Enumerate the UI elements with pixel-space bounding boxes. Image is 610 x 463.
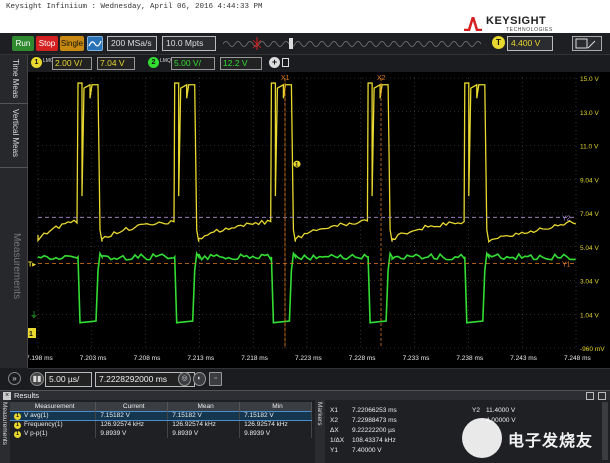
scroll-left-icon[interactable]: » <box>8 372 21 385</box>
tab-time-meas[interactable]: Time Meas <box>11 59 20 98</box>
trigger-level-marker: T▸ <box>28 262 36 269</box>
marker-readouts: X1 7.22066253 ms X2 7.22988473 ms ΔX 9.2222… <box>330 405 403 455</box>
marker-x1-label: X1 <box>281 75 290 82</box>
close-icon[interactable]: × <box>3 392 11 400</box>
watermark-logo-icon <box>462 418 502 458</box>
x-tick-label: 7.203 ms <box>80 355 107 362</box>
dock-icon[interactable] <box>586 392 594 400</box>
col-measurement[interactable]: Measurement <box>10 402 96 411</box>
ch1-offset-field[interactable]: 7.04 V <box>97 57 135 70</box>
stop-button[interactable]: Stop <box>36 36 58 51</box>
left-sidebar: Time Meas Vertical Meas Measurements <box>0 55 28 368</box>
y-tick-label: 13.0 V <box>580 110 599 117</box>
keysight-wave-icon <box>464 17 482 31</box>
memory-depth-field[interactable]: 10.0 Mpts <box>162 36 216 51</box>
channel-bar: 1 LMQ 2.00 V/ 7.04 V 2 LMQ 5.00 V/ 12.2 … <box>28 55 610 72</box>
x-tick-label: 7.243 ms <box>510 355 537 362</box>
x-tick-label: 7.198 ms <box>28 355 53 362</box>
waveform-canvas[interactable]: 15.0 V 13.0 V 11.0 V 9.04 V 7.04 V 5.04 V 3.04… <box>28 72 610 368</box>
y-tick-label: 7.04 V <box>580 211 599 218</box>
marker-y1-label: Y1 <box>562 262 571 269</box>
x-tick-label: 7.228 ms <box>349 355 376 362</box>
x-tick-label: 7.213 ms <box>187 355 214 362</box>
y-tick-label: 1.04 V <box>580 312 599 319</box>
reset-position-icon[interactable]: ◎ <box>178 372 191 386</box>
waveform-icon <box>88 37 102 50</box>
x-tick-label: 7.238 ms <box>456 355 483 362</box>
measurement-table: Measurement Current Mean Min 1V avg(1) 7… <box>10 402 312 438</box>
add-channel-button[interactable]: + <box>269 57 280 68</box>
tab-measurements[interactable]: Measurements <box>11 233 22 299</box>
marker-y2-label: Y2 <box>562 215 571 222</box>
table-row[interactable]: 1 Frequency(1) 126.92574 kHz 126.92574 kH… <box>10 420 312 429</box>
x-tick-label: 7.233 ms <box>403 355 430 362</box>
ch2-ground-marker: ⏚ <box>30 310 38 319</box>
sample-rate-field[interactable]: 200 MSa/s <box>107 36 157 51</box>
zoom-icon <box>573 37 601 50</box>
ch1-ground-label: 1 <box>29 331 33 338</box>
timeline-overview[interactable] <box>223 36 485 51</box>
ch1-badge[interactable]: 1 <box>31 57 42 68</box>
ch1-scale-field[interactable]: 2.00 V/ <box>52 57 92 70</box>
ch1-dot-icon: 1 <box>14 413 21 420</box>
channel-menu-icon[interactable] <box>282 58 289 67</box>
x-tick-label: 7.208 ms <box>134 355 161 362</box>
waveform-display[interactable]: 15.0 V 13.0 V 11.0 V 9.04 V 7.04 V 5.04 V 3.04… <box>28 72 610 368</box>
trigger-badge[interactable]: T <box>492 36 505 49</box>
x-tick-label: 7.248 ms <box>564 355 591 362</box>
run-button[interactable]: Run <box>12 36 34 51</box>
y-tick-label: 9.04 V <box>580 177 599 184</box>
pause-icon[interactable]: ▮▮ <box>30 372 44 386</box>
ch2-scale-field[interactable]: 5.00 V/ <box>171 57 215 70</box>
y-tick-label: 5.04 V <box>580 245 599 252</box>
ch2-offset-field[interactable]: 12.2 V <box>220 57 262 70</box>
col-min[interactable]: Min <box>240 402 312 411</box>
site-watermark: 电子发烧友 <box>462 418 608 458</box>
table-row[interactable]: 1V avg(1) 7.15182 V 7.15182 V 7.15182 V <box>10 411 312 420</box>
results-header: × Results <box>0 390 610 400</box>
hscroll-left: » <box>0 368 28 390</box>
acquisition-toolbar: Run Stop Single 200 MSa/s 10.0 Mpts T 4.… <box>0 33 610 55</box>
x-tick-label: 7.218 ms <box>241 355 268 362</box>
col-mean[interactable]: Mean <box>168 402 240 411</box>
table-row[interactable]: 1V p-p(1) 9.8939 V 9.8939 V 9.8939 V <box>10 429 312 438</box>
single-button[interactable]: Single <box>60 36 84 51</box>
trigger-level-field[interactable]: 4.400 V <box>507 36 553 51</box>
collapse-icon[interactable] <box>598 392 606 400</box>
y-tick-label: -960 mV <box>580 346 605 353</box>
measurements-side-tab[interactable]: Measurements <box>0 400 10 463</box>
markers-side-tab[interactable]: Markers <box>315 400 325 463</box>
marker-x2-label: X2 <box>377 75 386 82</box>
y-tick-label: 3.04 V <box>580 279 599 286</box>
display-mode-button[interactable] <box>87 36 103 51</box>
horizontal-scale-field[interactable]: 5.00 µs/ <box>45 372 92 387</box>
ch2-hl-label: LMQ <box>160 58 171 64</box>
window-title: Keysight Infiniium : Wednesday, April 06… <box>0 0 610 14</box>
horizontal-controls: ▮▮ 5.00 µs/ 7.2228292000 ms ◎ ◐ ▫ <box>28 368 610 390</box>
zoom-button[interactable] <box>572 36 602 51</box>
more-options-icon[interactable]: ▫ <box>209 372 222 386</box>
tab-vertical-meas[interactable]: Vertical Meas <box>11 109 20 157</box>
col-current[interactable]: Current <box>96 402 168 411</box>
y-tick-label: 11.0 V <box>580 144 599 151</box>
ch1-dot-icon: 1 <box>14 422 21 429</box>
ch2-badge[interactable]: 2 <box>148 57 159 68</box>
y-tick-label: 15.0 V <box>580 76 599 83</box>
brand-name: KEYSIGHT <box>486 15 546 27</box>
position-knob-icon[interactable]: ◐ <box>193 372 206 386</box>
x-tick-label: 7.223 ms <box>295 355 322 362</box>
ch1-dot-icon: 1 <box>14 431 21 438</box>
